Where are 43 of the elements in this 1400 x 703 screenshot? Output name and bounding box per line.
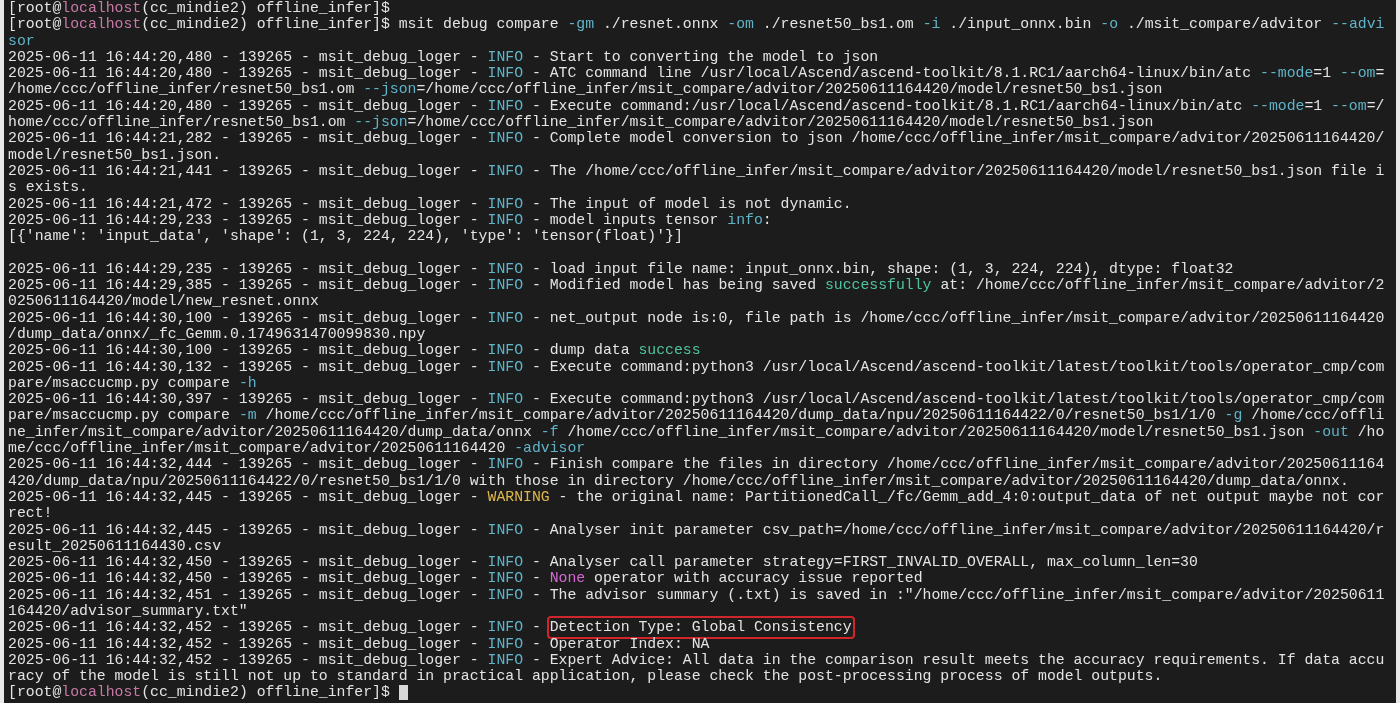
terminal-line: 2025-06-11 16:44:32,450 - 139265 - msit_debug_loger - INFO - None operator with accuracy issue reported — [8, 570, 923, 587]
terminal-line: racy of the model is still not up to standard in practical application, please check the post-processing process of model outputs. — [8, 668, 1163, 685]
terminal-line: 2025-06-11 16:44:30,100 - 139265 - msit_debug_loger - INFO - net_output node is:0, file path is /home/ccc/offline_infer/msit_compare/advitor/20250611164420 — [8, 309, 1385, 326]
terminal-line: pare/msaccucmp.py compare -h — [8, 374, 257, 392]
terminal-line: s exists. — [8, 179, 88, 196]
terminal-line: 2025-06-11 16:44:21,282 - 139265 - msit_debug_loger - INFO - Complete model conversion to json /home/ccc/offline_infer/msit_compare/advitor/20250611164420/ — [8, 130, 1385, 147]
terminal-line: 0250611164420/model/new_resnet.onnx — [8, 293, 319, 310]
terminal-line: 2025-06-11 16:44:21,441 - 139265 - msit_debug_loger - INFO - The /home/ccc/offline_infer/msit_compare/advitor/20250611164420/model/resnet50_bs1.json file i — [8, 162, 1385, 180]
terminal-line: 2025-06-11 16:44:32,451 - 139265 - msit_debug_loger - INFO - The advisor summary (.txt) is saved in :"/home/ccc/offline_infer/msit_compare/advitor/20250611 — [8, 586, 1385, 603]
terminal-line: 2025-06-11 16:44:32,450 - 139265 - msit_debug_loger - INFO - Analyser call parameter strategy=FIRST_INVALID_OVERALL, max_column_len=30 — [8, 554, 1198, 571]
terminal-line: [root@localhost(cc_mindie2) offline_infer]$ msit debug compare -gm ./resnet.onnx -om ./resnet50_bs1.om -i ./input_onnx.bin -o ./msit_compare/advitor --advi — [8, 16, 1385, 33]
terminal-line: 420/dump_data/npu/20250611164422/0/resnet50_bs1/1/0 with those in directory /home/ccc/offline_infer/msit_compare/advitor/20250611164420/dump_data/onnx. — [8, 472, 1349, 489]
highlighted-text: Detection Type: Global Consistency — [549, 619, 852, 636]
terminal-line: /dump_data/onnx/_fc_Gemm.0.1749631470099830.npy — [8, 325, 426, 343]
terminal-line: home/ccc/offline_infer/resnet50_bs1.om --json=/home/ccc/offline_infer/msit_compare/advitor/20250611164420/model/resnet50_bs1.json — [8, 114, 1154, 131]
terminal-line: rect! — [8, 505, 53, 522]
terminal-line: 2025-06-11 16:44:32,445 - 139265 - msit_debug_loger - WARNING - the original name: PartitionedCall_/fc/Gemm_add_4:0:output_data of net output maybe not cor — [8, 488, 1385, 506]
terminal-line: 2025-06-11 16:44:29,385 - 139265 - msit_debug_loger - INFO - Modified model has being saved successfully at: /home/ccc/offline_infer/msit_compare/advitor/2 — [8, 277, 1385, 294]
terminal-line: ne_infer/msit_compare/advitor/20250611164420/dump_data/onnx -f /home/ccc/offline_infer/msit_compare/advitor/20250611164420/model/resnet50_bs1.json -out /ho — [8, 423, 1385, 440]
terminal-line: [root@localhost(cc_mindie2) offline_infer]$ — [8, 0, 390, 17]
terminal-line: /home/ccc/offline_infer/resnet50_bs1.om --json=/home/ccc/offline_infer/msit_compare/advitor/20250611164420/model/resnet50_bs1.json — [8, 81, 1163, 98]
terminal-line: esult_20250611164430.csv — [8, 537, 222, 555]
terminal-line: 2025-06-11 16:44:30,100 - 139265 - msit_debug_loger - INFO - dump data success — [8, 342, 701, 359]
terminal-line: 2025-06-11 16:44:29,233 - 139265 - msit_debug_loger - INFO - model inputs tensor info: — [8, 211, 772, 229]
terminal-line: 164420/advisor_summary.txt" — [8, 603, 248, 620]
terminal-line: 2025-06-11 16:44:32,444 - 139265 - msit_debug_loger - INFO - Finish compare the files in directory /home/ccc/offline_infer/msit_compare/advitor/20250611164 — [8, 456, 1385, 473]
terminal-line: 2025-06-11 16:44:32,452 - 139265 - msit_debug_loger - INFO - — [8, 619, 542, 636]
terminal-line: 2025-06-11 16:44:30,397 - 139265 - msit_debug_loger - INFO - Execute command:python3 /usr/local/Ascend/ascend-toolkit/latest/toolkit/tools/operator_cmp/com — [8, 391, 1385, 408]
terminal-line: 2025-06-11 16:44:20,480 - 139265 - msit_debug_loger - INFO - ATC command line /usr/local/Ascend/ascend-toolkit/8.1.RC1/aarch64-linux/bin/atc --mode=1 --om= — [8, 65, 1385, 82]
terminal-line: 2025-06-11 16:44:30,132 - 139265 - msit_debug_loger - INFO - Execute command:python3 /usr/local/Ascend/ascend-toolkit/latest/toolkit/tools/operator_cmp/com — [8, 358, 1385, 375]
terminal-line: pare/msaccucmp.py compare -m /home/ccc/offline_infer/msit_compare/advitor/20250611164420/dump_data/npu/20250611164422/0/resnet50_bs1/1/0 -g /home/ccc/offli — [8, 407, 1385, 424]
terminal-line: 2025-06-11 16:44:21,472 - 139265 - msit_debug_loger - INFO - The input of model is not dynamic. — [8, 195, 852, 212]
terminal-line: 2025-06-11 16:44:29,235 - 139265 - msit_debug_loger - INFO - load input file name: input_onnx.bin, shape: (1, 3, 224, 224), dtype: float32 — [8, 260, 1234, 278]
terminal-line: sor — [8, 32, 35, 49]
terminal-line: me/ccc/offline_infer/msit_compare/advitor/20250611164420 -advisor — [8, 440, 586, 457]
terminal-line: 2025-06-11 16:44:32,452 - 139265 - msit_debug_loger - INFO - Operator Index: NA — [8, 635, 710, 652]
terminal-line: 2025-06-11 16:44:32,452 - 139265 - msit_debug_loger - INFO - Expert Advice: All data in the comparison result meets the accuracy requirements. If data accu — [8, 651, 1385, 669]
terminal-line: 2025-06-11 16:44:20,480 - 139265 - msit_debug_loger - INFO - Start to converting the model to json — [8, 48, 879, 66]
terminal-line: 2025-06-11 16:44:20,480 - 139265 - msit_debug_loger - INFO - Execute command:/usr/local/Ascend/ascend-toolkit/8.1.RC1/aarch64-linux/bin/atc --mode=1 --om=/ — [8, 97, 1385, 115]
terminal-line: 2025-06-11 16:44:32,445 - 139265 - msit_debug_loger - INFO - Analyser init parameter csv_path=/home/ccc/offline_infer/msit_compare/advitor/20250611164420/r — [8, 521, 1385, 538]
terminal-line: [root@localhost(cc_mindie2) offline_infer]$ — [8, 684, 391, 701]
terminal-line: model/resnet50_bs1.json. — [8, 146, 222, 163]
terminal-line: [{'name': 'input_data', 'shape': (1, 3, 224, 224), 'type': 'tensor(float)'}] — [8, 228, 683, 245]
